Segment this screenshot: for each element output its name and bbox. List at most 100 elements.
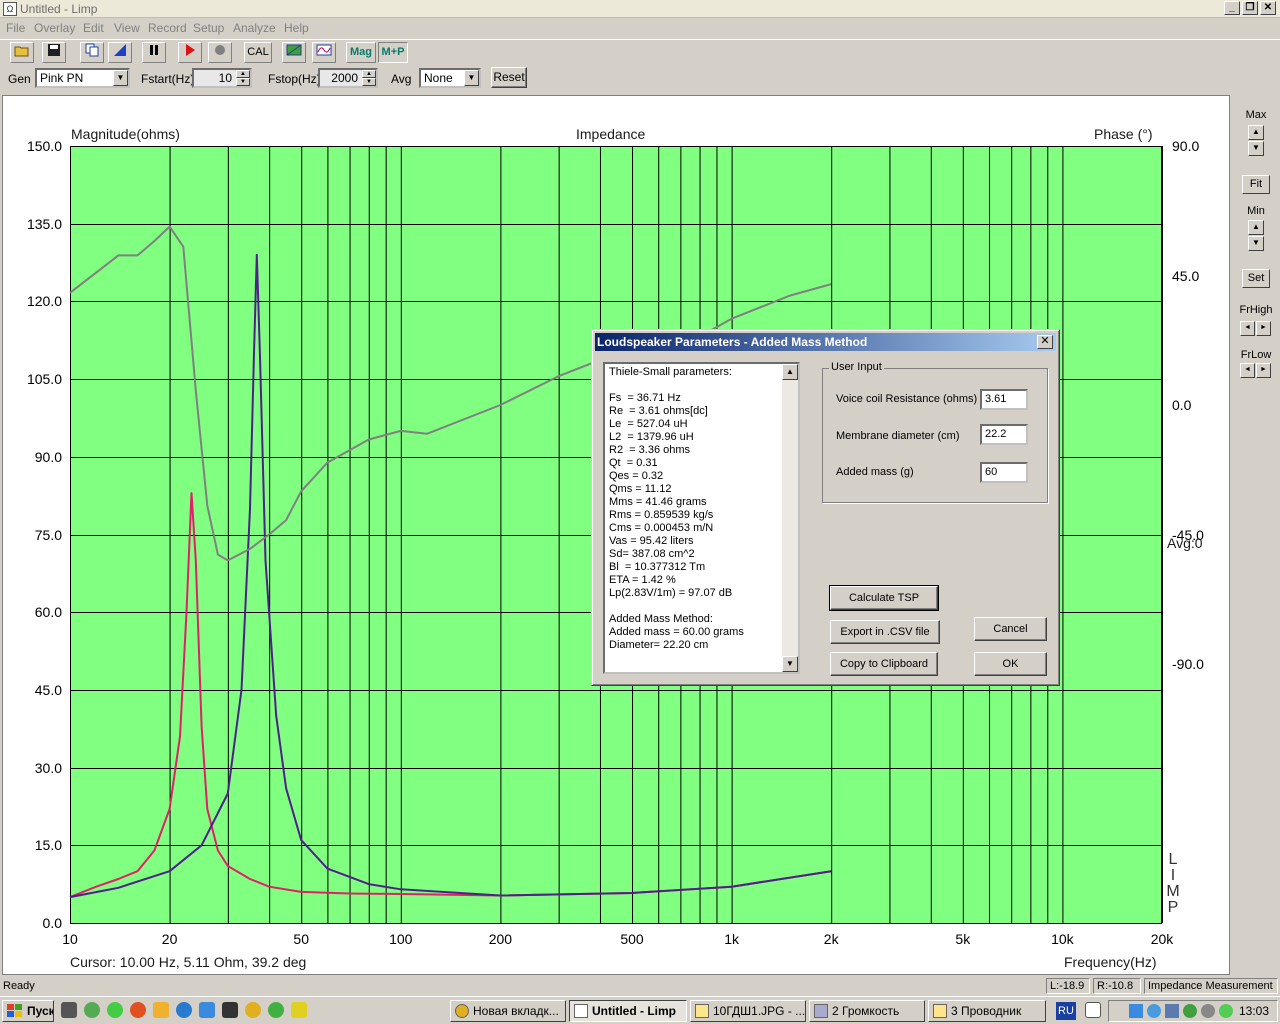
frlow-left-button[interactable]: ◄ <box>1240 363 1255 378</box>
max-up-button[interactable]: ▲ <box>1248 125 1264 140</box>
quicklaunch-app-icon[interactable] <box>291 1002 307 1018</box>
tray-app-icon[interactable] <box>1219 1004 1233 1018</box>
generator-select[interactable]: Pink PN ▼ <box>35 68 130 88</box>
fit-button[interactable]: Fit <box>1242 175 1270 194</box>
menu-bar: File Overlay Edit View Record Setup Anal… <box>0 19 1280 37</box>
tsp-scrollbar[interactable]: ▲ ▼ <box>782 364 798 672</box>
tray-network-icon[interactable] <box>1129 1004 1143 1018</box>
save-button[interactable] <box>42 42 66 63</box>
chevron-down-icon[interactable]: ▼ <box>464 70 479 86</box>
menu-record[interactable]: Record <box>148 21 187 35</box>
chevron-down-icon[interactable]: ▼ <box>113 70 128 86</box>
tray-app-icon[interactable] <box>1201 1004 1215 1018</box>
graph-settings-button[interactable] <box>282 42 306 63</box>
spin-down-icon[interactable]: ▼ <box>236 78 250 86</box>
dialog-title-bar[interactable]: Loudspeaker Parameters - Added Mass Meth… <box>595 333 1056 351</box>
tsp-results-textbox[interactable]: Thiele-Small parameters: Fs = 36.71 Hz Re… <box>603 362 800 674</box>
min-down-button[interactable]: ▼ <box>1248 236 1264 251</box>
menu-setup[interactable]: Setup <box>193 21 224 35</box>
open-folder-icon <box>14 46 29 57</box>
quicklaunch-app-icon[interactable] <box>153 1002 169 1018</box>
quicklaunch-app-icon[interactable] <box>84 1002 100 1018</box>
menu-view[interactable]: View <box>114 21 140 35</box>
menu-analyze[interactable]: Analyze <box>233 21 276 35</box>
open-button[interactable] <box>10 42 34 63</box>
max-down-button[interactable]: ▼ <box>1248 141 1264 156</box>
avg-label: Avg <box>391 72 412 86</box>
min-up-button[interactable]: ▲ <box>1248 220 1264 235</box>
quicklaunch-app-icon[interactable] <box>268 1002 284 1018</box>
membrane-diameter-field[interactable]: 22.2 <box>980 424 1028 445</box>
cursor-readout: Cursor: 10.00 Hz, 5.11 Ohm, 39.2 deg <box>70 954 307 970</box>
pause-button[interactable] <box>142 42 166 63</box>
cal-button[interactable]: CAL <box>244 42 272 63</box>
menu-help[interactable]: Help <box>284 21 309 35</box>
quicklaunch-chrome-icon[interactable] <box>245 1002 261 1018</box>
mag-button[interactable]: Mag <box>346 42 376 63</box>
watermark-letter: I <box>1170 867 1176 884</box>
menu-file[interactable]: File <box>6 21 25 35</box>
restore-button[interactable]: ❐ <box>1242 1 1258 15</box>
avg-select[interactable]: None ▼ <box>419 68 481 88</box>
export-csv-button[interactable]: Export in .CSV file <box>830 620 940 644</box>
spin-up-icon[interactable]: ▲ <box>362 70 376 78</box>
copy-button[interactable] <box>80 42 104 63</box>
quicklaunch-browser-icon[interactable] <box>176 1002 192 1018</box>
dialog-close-button[interactable]: ✕ <box>1037 335 1053 349</box>
start-button[interactable]: Пуск <box>2 1000 54 1022</box>
task-image-viewer[interactable]: 10ГДШ1.JPG - ... <box>690 1000 806 1022</box>
image-icon <box>695 1004 709 1018</box>
tray-app-icon[interactable] <box>1183 1004 1197 1018</box>
quicklaunch-app-icon[interactable] <box>130 1002 146 1018</box>
quicklaunch-app-icon[interactable] <box>222 1002 238 1018</box>
added-mass-field[interactable]: 60 <box>980 462 1028 483</box>
record-button[interactable] <box>208 42 232 63</box>
spin-up-icon[interactable]: ▲ <box>236 70 250 78</box>
menu-overlay[interactable]: Overlay <box>34 21 75 35</box>
ok-button[interactable]: OK <box>974 652 1047 676</box>
quicklaunch-show-desktop-icon[interactable] <box>61 1002 77 1018</box>
copy-clipboard-button[interactable]: Copy to Clipboard <box>830 652 938 676</box>
set-button[interactable]: Set <box>1242 269 1270 288</box>
close-button[interactable]: ✕ <box>1260 1 1276 15</box>
status-bar: Ready L:-18.9 R:-10.8 Impedance Measurem… <box>0 976 1280 996</box>
language-indicator[interactable]: RU <box>1056 1002 1076 1020</box>
scroll-down-icon[interactable]: ▼ <box>782 656 798 672</box>
spin-down-icon[interactable]: ▼ <box>362 78 376 86</box>
tsp-line: Re = 3.61 ohms[dc] <box>609 405 708 417</box>
frhigh-left-button[interactable]: ◄ <box>1240 321 1255 336</box>
play-button[interactable] <box>178 42 202 63</box>
fstart-spinner[interactable]: 10 ▲ ▼ <box>192 68 252 88</box>
task-limp[interactable]: Untitled - Limp <box>569 1000 687 1022</box>
reset-button[interactable]: Reset <box>491 67 527 88</box>
fstop-spinner[interactable]: 2000 ▲ ▼ <box>318 68 378 88</box>
limp-watermark: LIMP <box>1166 852 1180 916</box>
task-explorer[interactable]: 3 Проводник <box>928 1000 1046 1022</box>
calculate-tsp-button[interactable]: Calculate TSP <box>829 585 939 611</box>
menu-edit[interactable]: Edit <box>83 21 104 35</box>
watermark-letter: P <box>1167 899 1179 916</box>
folder-icon <box>933 1004 947 1018</box>
y2-tick-label: 45.0 <box>1172 267 1200 284</box>
minimize-button[interactable]: _ <box>1224 1 1240 15</box>
frlow-right-button[interactable]: ► <box>1256 363 1271 378</box>
task-volume[interactable]: 2 Громкость <box>809 1000 925 1022</box>
tsp-line: Qms = 11.12 <box>609 483 672 495</box>
task-browser[interactable]: Новая вкладк... <box>450 1000 566 1022</box>
overlay-button[interactable] <box>108 42 132 63</box>
scroll-up-icon[interactable]: ▲ <box>782 364 798 380</box>
magnitude-phase-button[interactable]: M+P <box>378 42 408 63</box>
quicklaunch-app-icon[interactable] <box>199 1002 215 1018</box>
voice-coil-field[interactable]: 3.61 <box>980 389 1028 410</box>
tray-app-icon[interactable] <box>1165 1004 1179 1018</box>
watermark-letter: L <box>1168 851 1178 868</box>
start-label: Пуск <box>27 1004 54 1018</box>
help-icon[interactable] <box>1085 1002 1101 1018</box>
app-icon[interactable]: Ω <box>3 2 17 16</box>
quicklaunch-app-icon[interactable] <box>107 1002 123 1018</box>
tray-app-icon[interactable] <box>1147 1004 1161 1018</box>
frhigh-right-button[interactable]: ► <box>1256 321 1271 336</box>
cancel-button[interactable]: Cancel <box>974 617 1047 641</box>
x-axis-title: Frequency(Hz) <box>1064 954 1157 970</box>
curve-button[interactable] <box>312 42 336 63</box>
